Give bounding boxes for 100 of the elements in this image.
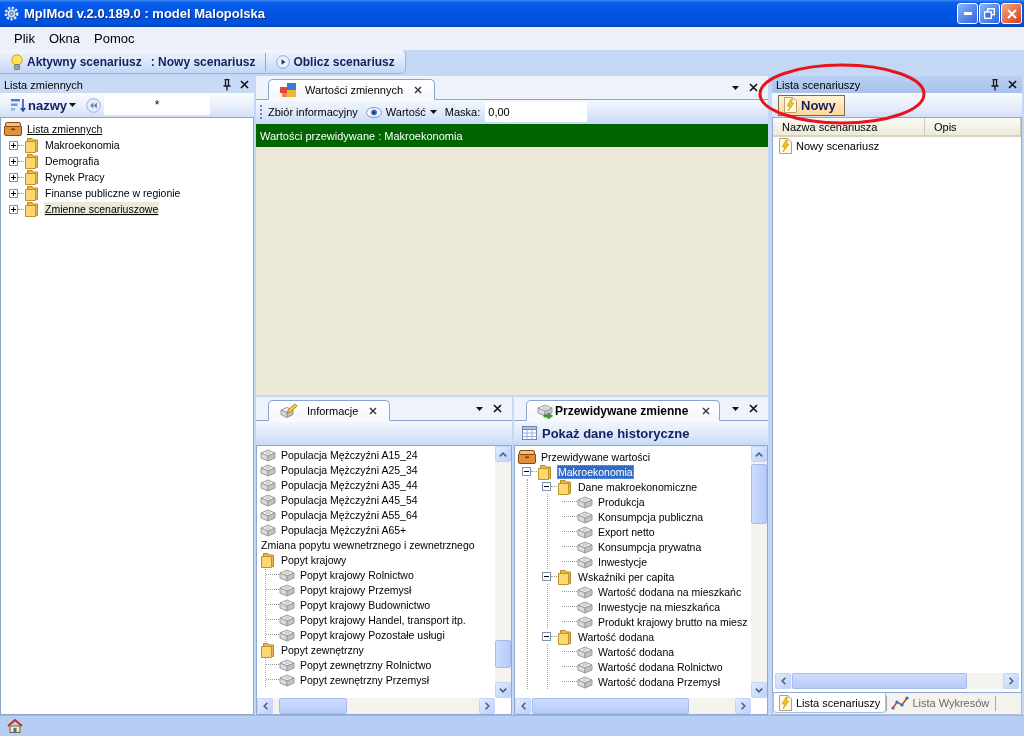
scroll-left-button[interactable] xyxy=(515,698,531,714)
filter-field[interactable]: * xyxy=(104,95,210,115)
tree-item[interactable]: Wskaźniki per capita xyxy=(577,569,676,584)
tab[interactable]: Lista Wykresów xyxy=(887,693,996,713)
scroll-left-button[interactable] xyxy=(775,673,791,689)
scroll-right-button[interactable] xyxy=(735,698,751,714)
scroll-right-button[interactable] xyxy=(1003,673,1019,689)
cube-icon xyxy=(260,522,276,537)
calculate-button[interactable]: Oblicz scenariusz xyxy=(274,53,397,70)
tree-item[interactable]: Wartość dodana Rolnictwo xyxy=(597,659,724,674)
tree-item[interactable]: Popyt zewnętrzny Przemysł xyxy=(299,672,430,687)
tree-item[interactable]: Dane makroekonomiczne xyxy=(577,479,699,494)
gear-icon xyxy=(4,6,19,21)
tree-item[interactable]: Popyt krajowy Handel, transport itp. xyxy=(299,612,467,627)
close-button[interactable] xyxy=(238,78,251,91)
folder-icon xyxy=(24,185,40,201)
panel-title: Lista scenariuszy xyxy=(776,78,862,91)
menu-item[interactable]: Plik xyxy=(7,29,42,48)
horizontal-scrollbar[interactable] xyxy=(515,698,751,714)
tree-item[interactable]: Inwestycje xyxy=(597,554,649,569)
plus-box-icon[interactable] xyxy=(9,204,18,214)
plus-box-icon[interactable] xyxy=(9,172,18,182)
horizontal-scrollbar[interactable] xyxy=(775,673,1019,689)
tree-item[interactable]: Populacja Mężczyźni A55_64 xyxy=(280,507,419,522)
tree-item[interactable]: Wartość dodana xyxy=(597,644,676,659)
scroll-down-button[interactable] xyxy=(495,682,511,698)
scrollbar-thumb[interactable] xyxy=(532,698,689,714)
close-button[interactable] xyxy=(491,402,504,415)
tree-item[interactable]: Populacja Mężczyźni A25_34 xyxy=(280,462,419,477)
tree-item[interactable]: Populacja Mężczyźni A65+ xyxy=(280,522,408,537)
scroll-down-button[interactable] xyxy=(751,682,767,698)
tree-item[interactable]: Popyt krajowy xyxy=(280,552,348,567)
tab[interactable]: Lista scenariuszy xyxy=(773,693,887,713)
minus-box-icon[interactable] xyxy=(542,632,551,641)
plus-box-icon[interactable] xyxy=(9,156,18,166)
scrollbar-thumb[interactable] xyxy=(279,698,347,714)
tree-item[interactable]: Populacja Mężczyźni A15_24 xyxy=(280,447,419,462)
close-button[interactable] xyxy=(747,81,760,94)
tab[interactable]: Przewidywane zmienne xyxy=(526,400,721,421)
tree-item[interactable]: Wartość dodana Przemysł xyxy=(597,674,722,689)
scroll-up-button[interactable] xyxy=(751,446,767,462)
tree-item[interactable]: Popyt krajowy Budownictwo xyxy=(299,597,432,612)
scroll-right-button[interactable] xyxy=(479,698,495,714)
minus-box-icon[interactable] xyxy=(542,572,551,581)
tree-item[interactable]: Popyt krajowy Rolnictwo xyxy=(299,567,415,582)
minus-box-icon[interactable] xyxy=(522,467,531,476)
vertical-scrollbar[interactable] xyxy=(495,446,511,698)
minus-box-icon[interactable] xyxy=(542,482,551,491)
tree-item[interactable]: Popyt krajowy Przemysł xyxy=(299,582,413,597)
tree-item[interactable]: Przewidywane wartości xyxy=(540,449,652,464)
chevron-left-icon xyxy=(780,677,786,685)
plus-box-icon[interactable] xyxy=(9,188,18,198)
scroll-left-button[interactable] xyxy=(257,698,273,714)
column-header[interactable]: Opis xyxy=(925,118,1021,137)
tree-item[interactable]: Populacja Mężczyźni A45_54 xyxy=(280,492,419,507)
history-button[interactable]: Pokaż dane historyczne xyxy=(520,425,692,441)
menu-item[interactable]: Okna xyxy=(41,29,88,48)
tree-item[interactable]: Wartość dodana na mieszkańc xyxy=(597,584,743,599)
plus-box-icon[interactable] xyxy=(9,140,18,150)
tree-item[interactable]: Inwestycje na mieszkańca xyxy=(597,599,721,614)
vertical-scrollbar[interactable] xyxy=(751,446,767,698)
new-button[interactable]: Nowy xyxy=(778,94,845,116)
tree-item[interactable]: Konsumpcja publiczna xyxy=(597,509,705,524)
close-button[interactable] xyxy=(1006,78,1019,91)
restore-button[interactable] xyxy=(979,3,1000,24)
tree-item[interactable]: Popyt krajowy Pozostałe usługi xyxy=(299,627,446,642)
tree-item[interactable]: Konsumpcja prywatna xyxy=(597,539,703,554)
list-item[interactable]: Nowy scenariusz xyxy=(795,140,881,152)
tab[interactable]: Informacje xyxy=(268,400,391,421)
tree-item[interactable]: Popyt zewnętrzny Rolnictwo xyxy=(299,657,433,672)
scrollbar-thumb[interactable] xyxy=(751,464,767,524)
tree-item[interactable]: Zmiana popytu wewnetrznego i zewnetrznego xyxy=(260,537,476,552)
tree-item[interactable]: Produkt krajowy brutto na miesz xyxy=(597,614,749,629)
scrollbar-thumb[interactable] xyxy=(495,640,511,668)
tab[interactable]: Wartości zmiennych xyxy=(268,79,435,100)
close-button[interactable] xyxy=(747,402,760,415)
view-dropdown[interactable]: Wartość xyxy=(362,106,440,118)
rewind-button[interactable] xyxy=(85,97,101,113)
tree-item[interactable]: Makroekonomia xyxy=(557,464,634,479)
tree-item[interactable]: Lista zmiennych xyxy=(26,122,104,136)
sort-dropdown[interactable]: nazwy xyxy=(8,97,78,113)
tree-item[interactable]: Makroekonomia xyxy=(44,138,121,152)
tree-item[interactable]: Zmienne scenariuszowe xyxy=(44,202,160,216)
scroll-up-button[interactable] xyxy=(495,446,511,462)
scrollbar-thumb[interactable] xyxy=(792,673,967,689)
tree-item[interactable]: Rynek Pracy xyxy=(44,170,106,184)
menu-item[interactable]: Pomoc xyxy=(87,29,142,48)
tree-item[interactable]: Wartość dodana xyxy=(577,629,656,644)
mask-field[interactable]: 0,00 xyxy=(485,102,588,122)
minimize-button[interactable] xyxy=(957,3,978,24)
tree-item[interactable]: Finanse publiczne w regionie xyxy=(44,186,182,200)
tree-item[interactable]: Produkcja xyxy=(597,494,646,509)
tree-item[interactable]: Populacja Mężczyźni A35_44 xyxy=(280,477,419,492)
pin-icon xyxy=(222,78,231,91)
column-header[interactable]: Nazwa scenariusza xyxy=(773,118,925,137)
line-chart-icon xyxy=(891,695,910,710)
tree-item[interactable]: Popyt zewnętrzny xyxy=(280,642,365,657)
horizontal-scrollbar[interactable] xyxy=(257,698,495,714)
tree-item[interactable]: Export netto xyxy=(597,524,656,539)
tree-item[interactable]: Demografia xyxy=(44,154,101,168)
